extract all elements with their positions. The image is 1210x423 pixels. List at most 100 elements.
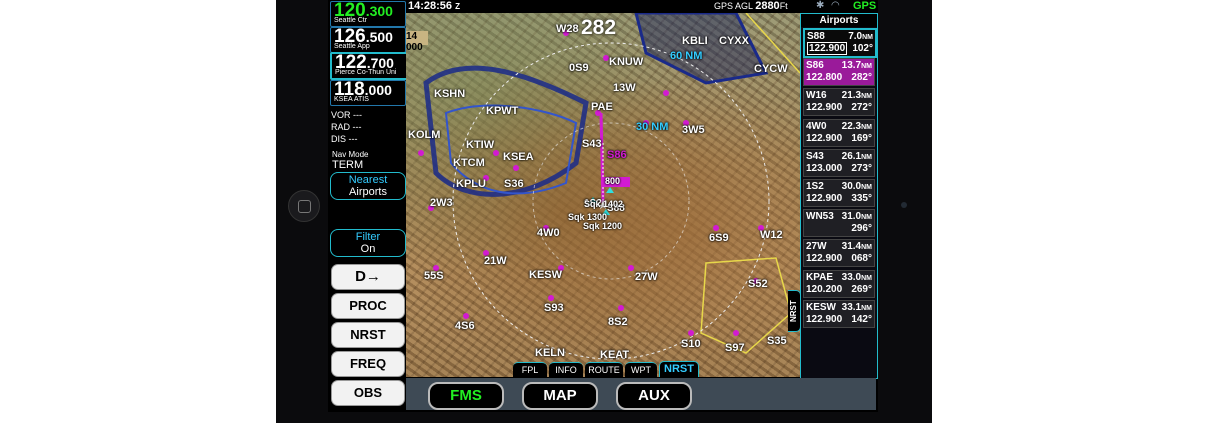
map-label: S52 (748, 278, 768, 290)
airport-list-item[interactable]: S88 7.0NM 122.900 102° (803, 28, 877, 58)
airport-id: W16 (806, 90, 827, 102)
nav-mode-value: TERM (332, 159, 364, 171)
airport-frequency: 122.900 (807, 42, 848, 55)
airport-id: KPAE (806, 271, 834, 283)
rad-readout: RAD --- (331, 122, 362, 132)
tab-nrst[interactable]: NRST (659, 361, 699, 377)
proc-button[interactable]: PROC (331, 293, 405, 319)
airport-bearing: 273° (851, 162, 872, 174)
airport-list-item[interactable]: S43 26.1NM 123.000 273° (803, 148, 875, 177)
freq-button[interactable]: FREQ (331, 351, 405, 377)
map-label: S10 (681, 338, 701, 350)
fms-button[interactable]: FMS (428, 382, 504, 410)
airport-frequency: 122.800 (806, 72, 843, 84)
vor-readout: VOR --- (331, 110, 363, 120)
map-label: 2W3 (430, 197, 453, 209)
airport-distance: 7.0NM (848, 31, 873, 42)
airport-bearing: 068° (851, 253, 872, 265)
map-label: CYXX (719, 35, 749, 47)
map-label: KOLM (408, 129, 441, 141)
traffic-label: Sqk 1402 (584, 199, 624, 209)
nrst-side-tab[interactable]: NRST (788, 290, 801, 332)
direct-to-button[interactable]: D→ (331, 264, 405, 290)
airport-id: 1S2 (806, 181, 824, 192)
airport-bearing: 282° (851, 72, 872, 84)
airport-bearing: 296° (851, 223, 872, 235)
airport-bearing: 102° (852, 43, 873, 54)
map-label: 0S9 (569, 62, 589, 74)
map-label: KPLU (456, 178, 486, 190)
map-label: KESW (529, 269, 562, 281)
map-label: CYCW (754, 63, 788, 75)
nearest-airports-softkey[interactable]: Nearest Airports (330, 172, 406, 200)
airport-frequency: 122.900 (806, 253, 843, 265)
com-freq-2[interactable]: 126.500 Seattle App (330, 26, 406, 53)
traffic-tag-label: 800 (605, 176, 621, 186)
map-label: KSEA (503, 151, 534, 163)
airport-distance: 33.1NM (841, 301, 872, 313)
airport-list-item[interactable]: 1S2 30.0NM 122.900 335° (803, 179, 875, 207)
status-bar: 14:28:56 Z GPS AGL 2880Ft ✱ ◠ GPS (406, 0, 876, 13)
gps-status: GPS (853, 0, 877, 12)
nav-mode-label: Nav Mode (332, 150, 369, 159)
airport-frequency: 122.900 (806, 313, 843, 325)
map-label: 4S6 (455, 320, 475, 332)
aux-button[interactable]: AUX (616, 382, 692, 410)
map-label: KPWT (486, 105, 519, 117)
altitude-tag: 14 000 (406, 31, 428, 53)
map-label: KELN (535, 347, 565, 359)
airport-list-item[interactable]: WN53 31.0NM 296° (803, 209, 875, 238)
airport-distance: 26.1NM (841, 150, 872, 162)
airport-distance: 22.3NM (841, 120, 872, 132)
bluetooth-icon: ✱ (816, 0, 825, 11)
airport-distance: 30.0NM (841, 181, 872, 192)
com-active-freq[interactable]: 120.300 Seattle Ctr (330, 0, 406, 27)
gps-agl: GPS AGL 2880Ft (714, 0, 788, 12)
tab-info[interactable]: INFO (549, 362, 583, 377)
nrst-button[interactable]: NRST (331, 322, 405, 348)
airport-list-item[interactable]: W16 21.3NM 122.900 272° (803, 88, 875, 117)
camera-icon (901, 202, 907, 208)
dis-readout: DIS --- (331, 134, 358, 144)
airport-frequency: 122.900 (806, 102, 843, 114)
airport-id: 4W0 (806, 120, 827, 132)
airport-id: WN53 (806, 211, 834, 223)
map-label: S36 (504, 178, 524, 190)
filter-softkey[interactable]: Filter On (330, 229, 406, 257)
airport-list-item[interactable]: 27W 31.4NM 122.900 068° (803, 239, 875, 268)
airport-bearing: 335° (851, 193, 872, 204)
airport-list-item[interactable]: S86 13.7NM 122.800 282° (803, 58, 875, 87)
airport-frequency: 123.000 (806, 162, 843, 174)
class-c-airspace (634, 13, 769, 85)
map-label: KTCM (453, 157, 485, 169)
map-button[interactable]: MAP (522, 382, 598, 410)
com-freq-4[interactable]: 118.000 KSEA ATIS (330, 79, 406, 106)
airport-list-item[interactable]: 4W0 22.3NM 122.900 169° (803, 118, 875, 147)
airport-id: 27W (806, 241, 827, 253)
moving-map[interactable]: 282 14 000 W28 KBLI CYXX 0S9 KNUW 60 NM C… (406, 13, 800, 377)
airport-distance: 13.7NM (841, 60, 872, 72)
airport-frequency: 120.200 (806, 283, 843, 295)
airports-header: Airports (801, 14, 877, 27)
tab-wpt[interactable]: WPT (625, 362, 657, 377)
airport-list-item[interactable]: KESW 33.1NM 122.900 142° (803, 299, 875, 328)
map-label: S86 (607, 149, 627, 161)
track-readout: 282 (581, 16, 617, 39)
obs-button[interactable]: OBS (331, 380, 405, 406)
com-standby-freq[interactable]: 122.700 Pierce Co-Thun Uni (330, 52, 408, 80)
range-label-60nm: 60 NM (670, 50, 703, 62)
tab-fpl[interactable]: FPL (513, 362, 547, 377)
map-label: KTIW (466, 139, 495, 151)
tab-route[interactable]: ROUTE (585, 362, 623, 377)
home-button[interactable] (288, 190, 320, 222)
traffic-label: Sqk 1200 (583, 221, 623, 231)
airport-list-item[interactable]: KPAE 33.0NM 120.200 269° (803, 269, 875, 298)
map-label: S35 (767, 335, 787, 347)
wifi-icon: ◠ (831, 0, 840, 11)
map-label: W12 (760, 229, 783, 241)
map-label: S43 (582, 138, 602, 150)
airport-bearing: 272° (851, 102, 872, 114)
airport-id: S88 (807, 31, 825, 42)
airport-id: S86 (806, 60, 824, 72)
airport-distance: 33.0NM (841, 271, 872, 283)
